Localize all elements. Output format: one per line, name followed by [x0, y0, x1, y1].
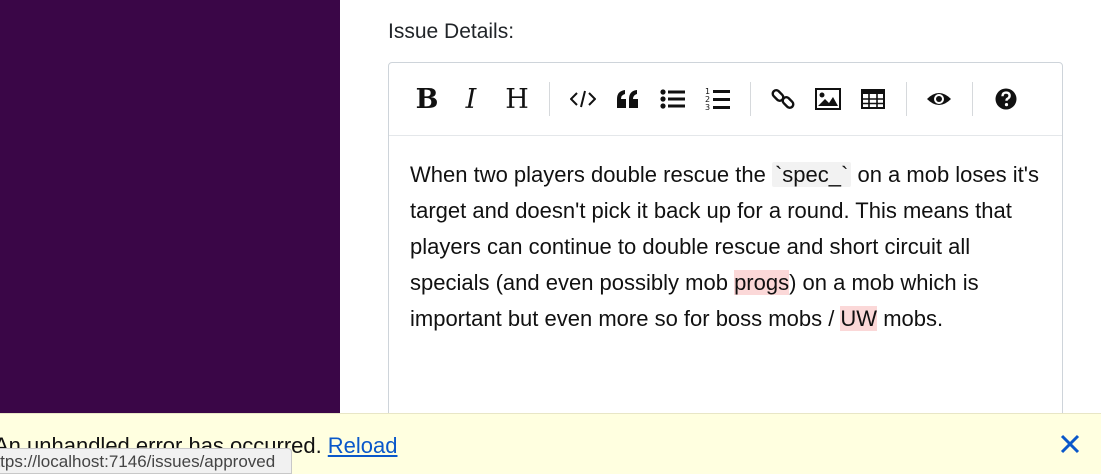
numbered-list-button[interactable]: 1 2 3: [700, 81, 736, 117]
toolbar-separator: [972, 82, 973, 116]
main-content: Issue Details: B I H 1 2 3 When two play…: [340, 0, 1101, 474]
toolbar-separator: [750, 82, 751, 116]
reload-link[interactable]: Reload: [328, 433, 398, 458]
editor-text-area[interactable]: When two players double rescue the `spec…: [410, 157, 1050, 337]
preview-button[interactable]: [921, 81, 957, 117]
eye-icon: [927, 93, 951, 105]
status-bar-url: https://localhost:7146/issues/approved: [0, 448, 292, 474]
close-icon: [1060, 434, 1080, 454]
italic-button[interactable]: I: [453, 81, 489, 117]
heading-icon: H: [505, 83, 529, 115]
table-button[interactable]: [855, 81, 891, 117]
link-icon: [771, 89, 795, 109]
quote-icon: [617, 90, 638, 108]
bulleted-list-button[interactable]: [655, 81, 691, 117]
heading-button[interactable]: H: [499, 81, 535, 117]
toolbar-separator: [549, 82, 550, 116]
help-button[interactable]: [988, 81, 1024, 117]
quote-button[interactable]: [610, 81, 646, 117]
bulleted-list-icon: [660, 89, 685, 109]
issue-details-label: Issue Details:: [388, 20, 515, 43]
dismiss-button[interactable]: [1057, 431, 1083, 457]
bold-icon: B: [415, 83, 439, 115]
link-button[interactable]: [765, 81, 801, 117]
page: Issue Details: B I H 1 2 3 When two play…: [0, 0, 1101, 474]
content-text: mobs.: [877, 306, 944, 331]
code-icon: [570, 90, 596, 108]
image-icon: [815, 88, 841, 110]
numbered-list-icon: 1 2 3: [705, 87, 730, 111]
editor-toolbar: B I H 1 2 3: [389, 63, 1062, 136]
question-circle-icon: [995, 88, 1017, 110]
content-text: When two players double rescue the: [410, 162, 772, 187]
table-icon: [861, 89, 885, 109]
code-button[interactable]: [565, 81, 601, 117]
toolbar-separator: [906, 82, 907, 116]
inline-code: `spec_`: [771, 162, 852, 187]
misspelled-word[interactable]: progs: [734, 270, 790, 295]
status-url-text: https://localhost:7146/issues/approved: [0, 452, 276, 471]
image-button[interactable]: [810, 81, 846, 117]
svg-text:3: 3: [705, 103, 710, 111]
misspelled-word[interactable]: UW: [840, 306, 878, 331]
italic-icon: I: [465, 83, 477, 115]
bold-button[interactable]: B: [409, 81, 445, 117]
sidebar: [0, 0, 340, 474]
